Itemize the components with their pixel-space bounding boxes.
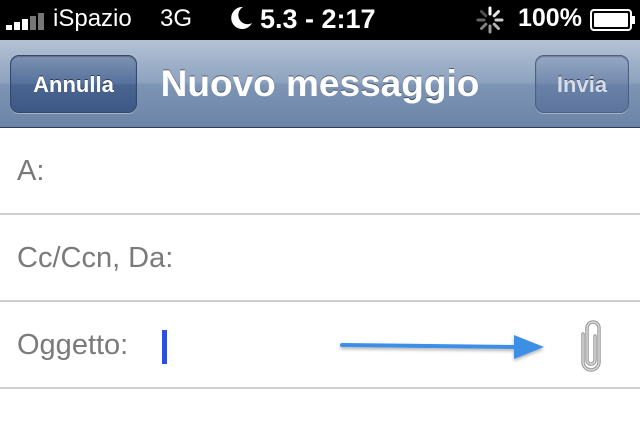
network-type: 3G (160, 5, 193, 32)
cc-bcc-from-field[interactable]: Cc/Ccn, Da: (0, 215, 640, 302)
battery-icon (590, 9, 635, 31)
navigation-bar: Annulla Nuovo messaggio Invia (0, 40, 640, 128)
battery-percent: 100% (518, 4, 582, 32)
paperclip-icon[interactable] (569, 316, 613, 378)
send-button[interactable]: Invia (535, 55, 629, 113)
signal-icon (6, 12, 50, 30)
carrier-name: iSpazio (53, 5, 132, 32)
to-label: A: (17, 155, 45, 187)
moon-icon (231, 6, 252, 29)
to-field[interactable]: A: (0, 128, 640, 215)
arrow-right-icon (340, 335, 544, 359)
status-time: 5.3 - 2:17 (260, 4, 376, 34)
page-title: Nuovo messaggio (160, 63, 480, 104)
status-bar: iSpazio 3G 5.3 - 2:17 100% (0, 0, 640, 40)
cancel-button[interactable]: Annulla (10, 55, 137, 113)
subject-label: Oggetto: (17, 329, 129, 361)
cc-label: Cc/Ccn, Da: (17, 242, 174, 274)
activity-spinner-icon (476, 6, 504, 34)
message-body[interactable] (0, 389, 640, 438)
compose-screen: iSpazio 3G 5.3 - 2:17 100% Annulla Nuovo… (0, 0, 640, 438)
text-cursor (162, 330, 167, 364)
